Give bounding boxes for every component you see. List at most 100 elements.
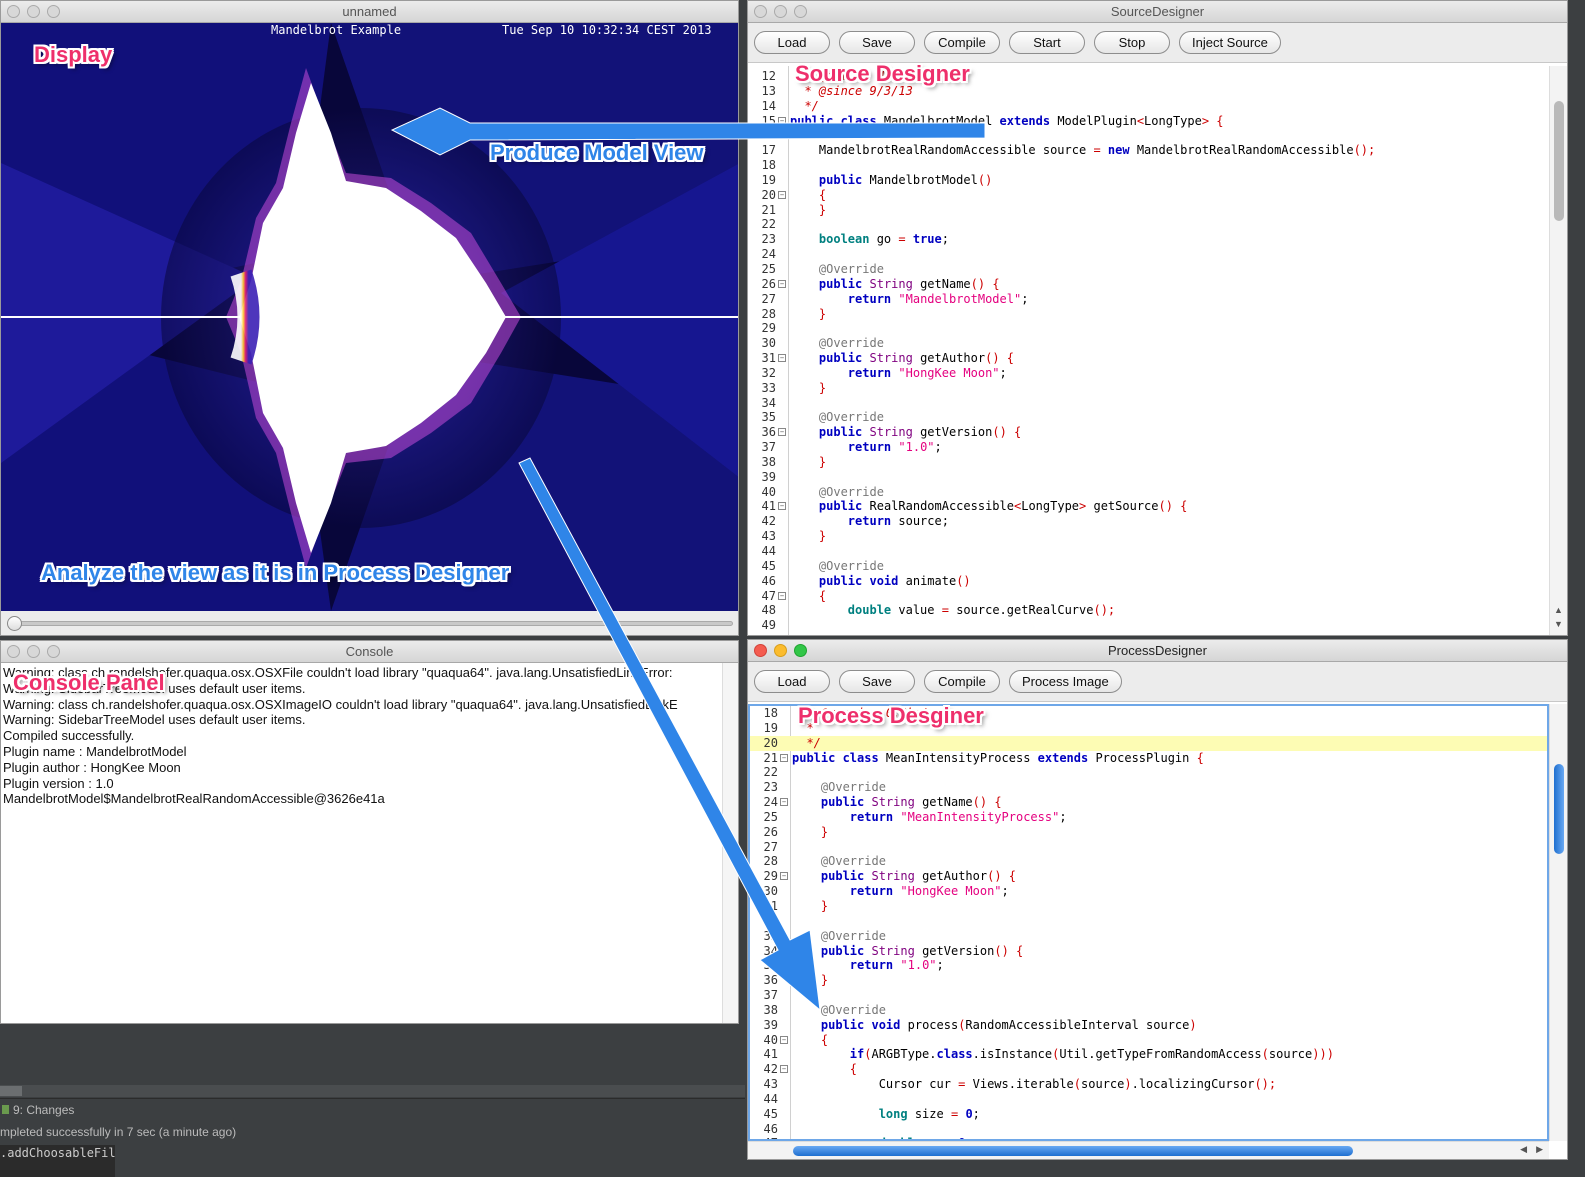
code-line[interactable]: 38 } xyxy=(748,455,1549,470)
minimize-icon[interactable] xyxy=(27,645,40,658)
fold-toggle-icon[interactable]: − xyxy=(778,354,786,363)
code-line[interactable]: 36 } xyxy=(750,973,1547,988)
scroll-left-icon[interactable]: ◀ xyxy=(1520,1144,1527,1155)
code-line[interactable]: 32 xyxy=(750,914,1547,929)
fold-toggle-icon[interactable]: − xyxy=(778,591,786,600)
code-line[interactable]: 30 @Override xyxy=(748,336,1549,351)
minimize-icon[interactable] xyxy=(27,5,40,18)
code-line[interactable]: 21− public class MeanIntensityProcess ext… xyxy=(750,751,1547,766)
source-vscroll[interactable]: ▲ ▼ xyxy=(1549,66,1567,635)
fold-toggle-icon[interactable]: − xyxy=(778,116,786,125)
code-line[interactable]: 33 @Override xyxy=(750,929,1547,944)
code-line[interactable]: 46 xyxy=(750,1122,1547,1137)
source-compile-button[interactable]: Compile xyxy=(924,31,1000,54)
zoom-icon[interactable] xyxy=(794,644,807,657)
code-line[interactable]: 38 @Override xyxy=(750,1003,1547,1018)
source-stop-button[interactable]: Stop xyxy=(1094,31,1170,54)
code-line[interactable]: 43 } xyxy=(748,529,1549,544)
code-line[interactable]: 21 } xyxy=(748,203,1549,218)
code-line[interactable]: 20 */ xyxy=(750,735,1547,751)
code-line[interactable]: 42− { xyxy=(750,1062,1547,1077)
fold-toggle-icon[interactable]: − xyxy=(778,428,786,437)
process-save-button[interactable]: Save xyxy=(839,670,915,693)
zoom-icon[interactable] xyxy=(47,645,60,658)
code-line[interactable]: 47− { xyxy=(748,589,1549,604)
fold-toggle-icon[interactable]: − xyxy=(780,753,788,762)
code-line[interactable]: 23 boolean go = true; xyxy=(748,232,1549,247)
zoom-icon[interactable] xyxy=(794,5,807,18)
fold-toggle-icon[interactable]: − xyxy=(780,1065,788,1074)
process-code-editor[interactable]: 18 * @version 0.1beta 19 * 20 */21− public … xyxy=(748,704,1549,1141)
code-line[interactable]: 28 } xyxy=(748,307,1549,322)
code-line[interactable]: 34− public String getVersion() { xyxy=(750,944,1547,959)
code-line[interactable]: 14 */ xyxy=(748,99,1549,114)
source-start-button[interactable]: Start xyxy=(1009,31,1085,54)
slider-thumb[interactable] xyxy=(7,616,22,631)
ide-hscroll[interactable] xyxy=(0,1085,745,1097)
source-load-button[interactable]: Load xyxy=(754,31,830,54)
code-line[interactable]: 45 @Override xyxy=(748,559,1549,574)
source-scroll-thumb[interactable] xyxy=(1554,101,1564,221)
close-icon[interactable] xyxy=(7,5,20,18)
code-line[interactable]: 48 double value = source.getRealCurve(); xyxy=(748,603,1549,618)
code-line[interactable]: 45 long size = 0; xyxy=(750,1107,1547,1122)
code-line[interactable]: 20− { xyxy=(748,188,1549,203)
code-line[interactable]: 30 return "HongKee Moon"; xyxy=(750,884,1547,899)
code-line[interactable]: 36− public String getVersion() { xyxy=(748,425,1549,440)
scroll-up-icon[interactable]: ▲ xyxy=(1554,605,1563,615)
scroll-right-icon[interactable]: ▶ xyxy=(1536,1144,1543,1155)
code-line[interactable]: 31− public String getAuthor() { xyxy=(748,351,1549,366)
code-line[interactable]: 25 @Override xyxy=(748,262,1549,277)
source-save-button[interactable]: Save xyxy=(839,31,915,54)
zoom-icon[interactable] xyxy=(47,5,60,18)
code-line[interactable]: 49 xyxy=(748,618,1549,633)
code-line[interactable]: 35 @Override xyxy=(748,410,1549,425)
code-line[interactable]: 22 xyxy=(750,765,1547,780)
code-line[interactable]: 23 @Override xyxy=(750,780,1547,795)
source-code-editor[interactable]: 12 * @author HongKee Moon 13 * @since 9/3… xyxy=(748,66,1549,635)
code-line[interactable]: 41− public RealRandomAccessible<LongType… xyxy=(748,499,1549,514)
code-line[interactable]: 18 xyxy=(748,158,1549,173)
fold-toggle-icon[interactable]: − xyxy=(780,946,788,955)
changes-tab[interactable]: 9: Changes xyxy=(2,1103,74,1117)
fold-toggle-icon[interactable]: − xyxy=(780,798,788,807)
close-icon[interactable] xyxy=(754,644,767,657)
fold-toggle-icon[interactable]: − xyxy=(780,1035,788,1044)
code-line[interactable]: 31 } xyxy=(750,899,1547,914)
code-line[interactable]: 37 xyxy=(750,988,1547,1003)
code-line[interactable]: 33 } xyxy=(748,381,1549,396)
code-line[interactable]: 27 return "MandelbrotModel"; xyxy=(748,292,1549,307)
process-image-button[interactable]: Process Image xyxy=(1009,670,1122,693)
close-icon[interactable] xyxy=(7,645,20,658)
code-line[interactable]: 19 public MandelbrotModel() xyxy=(748,173,1549,188)
code-line[interactable]: 46 public void animate() xyxy=(748,574,1549,589)
code-line[interactable]: 39 public void process(RandomAccessibleI… xyxy=(750,1018,1547,1033)
mandelbrot-canvas[interactable]: Mandelbrot Example Tue Sep 10 10:32:34 C… xyxy=(1,23,738,611)
process-vscroll[interactable] xyxy=(1549,704,1567,1141)
code-line[interactable]: 41 if(ARGBType.class.isInstance(Util.get… xyxy=(750,1047,1547,1062)
source-inject-button[interactable]: Inject Source xyxy=(1179,31,1281,54)
code-line[interactable]: 24− public String getName() { xyxy=(750,795,1547,810)
code-line[interactable]: 39 xyxy=(748,470,1549,485)
code-line[interactable]: 17 MandelbrotRealRandomAccessible source… xyxy=(748,143,1549,158)
minimize-icon[interactable] xyxy=(774,644,787,657)
code-line[interactable]: 29− public String getAuthor() { xyxy=(750,869,1547,884)
fold-toggle-icon[interactable]: − xyxy=(778,279,786,288)
code-line[interactable]: 15− public class MandelbrotModel extends … xyxy=(748,114,1549,129)
code-line[interactable]: 37 return "1.0"; xyxy=(748,440,1549,455)
minimize-icon[interactable] xyxy=(774,5,787,18)
process-scroll-thumb[interactable] xyxy=(1554,764,1564,854)
process-hscroll-thumb[interactable] xyxy=(793,1146,1353,1156)
code-line[interactable]: 28 @Override xyxy=(750,854,1547,869)
code-line[interactable]: 42 return source; xyxy=(748,514,1549,529)
code-line[interactable]: 34 xyxy=(748,396,1549,411)
code-line[interactable]: 44 xyxy=(750,1092,1547,1107)
code-line[interactable]: 44 xyxy=(748,544,1549,559)
timeline-slider[interactable] xyxy=(1,611,738,635)
fold-toggle-icon[interactable]: − xyxy=(778,502,786,511)
code-line[interactable]: 32 return "HongKee Moon"; xyxy=(748,366,1549,381)
fold-toggle-icon[interactable]: − xyxy=(780,872,788,881)
code-line[interactable]: 40− { xyxy=(750,1033,1547,1048)
console-scrollbar[interactable] xyxy=(722,663,738,1023)
close-icon[interactable] xyxy=(754,5,767,18)
